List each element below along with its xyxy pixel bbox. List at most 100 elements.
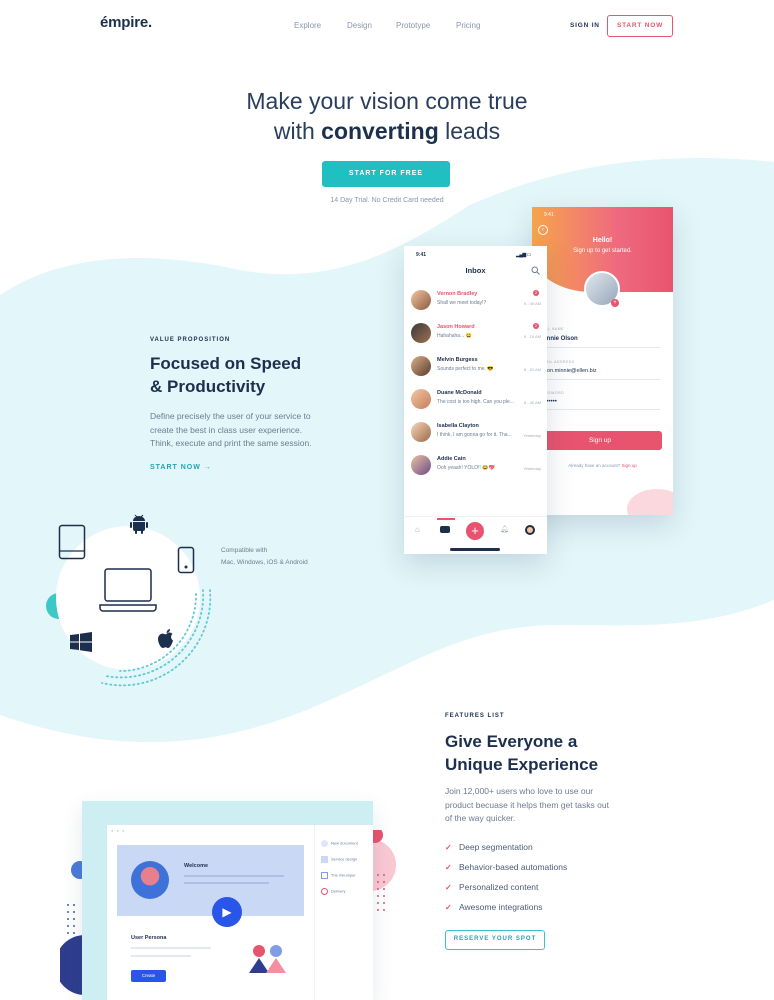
add-photo-icon[interactable]: + bbox=[611, 299, 619, 307]
value-title: Focused on Speed & Productivity bbox=[150, 352, 301, 398]
signup-subtitle: Sign up to get started. bbox=[573, 248, 632, 254]
persona-title: User Persona bbox=[131, 935, 167, 941]
signup-phone: 9:41 ‹ Hello! Sign up to get started. + … bbox=[532, 207, 673, 515]
avatar bbox=[411, 290, 431, 310]
list-item[interactable]: Isabella Clayton I think, I am gonna go … bbox=[404, 418, 547, 451]
back-arrow-icon[interactable]: ‹ bbox=[538, 225, 548, 235]
nav-link-design[interactable]: Design bbox=[347, 21, 372, 30]
nav-link-pricing[interactable]: Pricing bbox=[456, 21, 480, 30]
team-illustration bbox=[249, 945, 286, 973]
feature-label: Awesome integrations bbox=[459, 902, 543, 912]
check-icon: ✓ bbox=[445, 883, 452, 892]
feature-label: Behavior-based automations bbox=[459, 862, 568, 872]
logo[interactable]: émpire. bbox=[100, 14, 152, 31]
features-title-line1: Give Everyone a bbox=[445, 732, 578, 751]
side-item[interactable]: The Inkumper bbox=[321, 872, 356, 879]
full-name-field[interactable]: Minnie Olson bbox=[540, 336, 660, 348]
welcome-text: Welcome bbox=[184, 863, 209, 869]
message-time: Yesterday bbox=[523, 433, 541, 438]
create-button[interactable]: Create bbox=[131, 970, 166, 982]
password-field[interactable]: •••••••• bbox=[540, 399, 660, 410]
list-item[interactable]: Melvin Burgess Sounds perfect to me. 😎 8… bbox=[404, 352, 547, 385]
tablet-icon bbox=[58, 524, 86, 560]
message-time: 8 - 51 AM bbox=[523, 367, 541, 372]
message-sender: Addie Cain bbox=[437, 456, 466, 462]
message-sender: Duane McDonald bbox=[437, 390, 482, 396]
avatar bbox=[411, 389, 431, 409]
side-item[interactable]: Delivery bbox=[321, 888, 345, 895]
signup-footer: Already have an account? Sign up bbox=[532, 463, 673, 468]
signin-link[interactable]: Sign up bbox=[622, 463, 637, 468]
features-description: Join 12,000+ users who love to use our p… bbox=[445, 785, 609, 826]
active-tab-indicator bbox=[437, 518, 455, 520]
start-for-free-button[interactable]: START FOR FREE bbox=[322, 161, 450, 187]
side-item[interactable]: New document bbox=[321, 840, 358, 847]
status-bar-icons: ▂▄▆ ▭ bbox=[516, 252, 531, 258]
compat-line2: Mac, Windows, iOS & Android bbox=[221, 559, 308, 566]
check-icon: ✓ bbox=[445, 903, 452, 912]
apple-icon bbox=[158, 629, 173, 648]
unread-badge: 2 bbox=[533, 290, 539, 296]
list-item[interactable]: Vernon Bradley Shall we meet today!? 2 9… bbox=[404, 286, 547, 319]
side-item-label: The Inkumper bbox=[331, 872, 356, 878]
compose-button[interactable]: + bbox=[466, 522, 484, 540]
list-item[interactable]: Duane McDonald The cost is too high. Can… bbox=[404, 385, 547, 418]
avatar bbox=[411, 422, 431, 442]
welcome-card: Welcome bbox=[117, 845, 304, 916]
message-time: 9 - 40 AM bbox=[523, 301, 541, 306]
home-indicator bbox=[450, 548, 500, 551]
signup-hello: Hello! bbox=[592, 237, 613, 244]
email-field[interactable]: olson.minnie@ellen.biz bbox=[540, 368, 660, 380]
feature-label: Personalized content bbox=[459, 882, 539, 892]
message-preview: Sounds perfect to me. 😎 bbox=[437, 366, 494, 372]
check-icon: ✓ bbox=[445, 863, 452, 872]
placeholder-line bbox=[131, 947, 211, 949]
signup-button[interactable]: Sign up bbox=[538, 431, 662, 450]
inbox-status-time: 9:41 bbox=[416, 252, 427, 258]
avatar bbox=[411, 323, 431, 343]
profile-icon[interactable] bbox=[525, 525, 535, 535]
inbox-title: Inbox bbox=[465, 266, 486, 275]
message-preview: Shall we meet today!? bbox=[437, 300, 487, 306]
side-item-label: Service design bbox=[331, 856, 358, 862]
check-icon: ✓ bbox=[445, 843, 452, 852]
nav-link-prototype[interactable]: Prototype bbox=[396, 21, 430, 30]
value-description-line3: Think, execute and print the same sessio… bbox=[150, 438, 312, 448]
search-icon[interactable] bbox=[531, 266, 540, 275]
reserve-spot-button[interactable]: RESERVE YOUR SPOT bbox=[445, 930, 545, 950]
placeholder-line bbox=[184, 875, 284, 877]
start-now-link[interactable]: START NOW → bbox=[150, 464, 212, 471]
value-description-line2: create the best in class user experience… bbox=[150, 424, 303, 435]
sign-in-link[interactable]: SIGN IN bbox=[570, 22, 600, 29]
message-sender: Vernon Bradley bbox=[437, 291, 478, 297]
sidebar-divider bbox=[314, 825, 315, 1000]
list-item[interactable]: Addie Cain Ooh yeaah! YOLO!! 😂💖 Yesterda… bbox=[404, 451, 547, 484]
start-now-button[interactable]: START NOW bbox=[607, 15, 673, 37]
placeholder-line bbox=[184, 882, 269, 884]
chat-icon[interactable] bbox=[440, 526, 450, 533]
windows-icon bbox=[70, 632, 92, 652]
value-description-line1: Define precisely the user of your servic… bbox=[150, 411, 311, 421]
compat-line1: Compatible with bbox=[221, 547, 268, 554]
hero-title: Make your vision come true with converti… bbox=[0, 86, 774, 146]
avatar bbox=[411, 356, 431, 376]
mockup-window: ● ● ● Welcome ▶ User Persona Create New … bbox=[107, 825, 373, 1000]
trial-note: 14 Day Trial. No Credit Card needed bbox=[330, 197, 444, 204]
feature-item: ✓ Deep segmentation bbox=[445, 842, 533, 852]
bell-icon[interactable]: 🔔︎ bbox=[500, 525, 509, 533]
list-item[interactable]: Jason Howard Hahahaha... 😄 2 9 - 16 AM bbox=[404, 319, 547, 352]
nav-link-explore[interactable]: Explore bbox=[294, 21, 321, 30]
play-button[interactable]: ▶ bbox=[212, 897, 242, 927]
message-preview: I think, I am gonna go for it. Tha... bbox=[437, 432, 512, 438]
phone-icon bbox=[177, 546, 195, 574]
avatar bbox=[131, 861, 169, 899]
message-preview: The cost is too high. Can you ple... bbox=[437, 399, 514, 405]
feature-item: ✓ Personalized content bbox=[445, 882, 538, 892]
avatar bbox=[411, 455, 431, 475]
side-item[interactable]: Service design bbox=[321, 856, 357, 863]
feature-item: ✓ Behavior-based automations bbox=[445, 862, 567, 872]
signup-decor-blob bbox=[627, 489, 673, 515]
message-time: Yesterday bbox=[523, 466, 541, 471]
features-eyebrow: FEATURES LIST bbox=[445, 713, 505, 719]
home-icon[interactable]: ⌂ bbox=[415, 525, 420, 534]
